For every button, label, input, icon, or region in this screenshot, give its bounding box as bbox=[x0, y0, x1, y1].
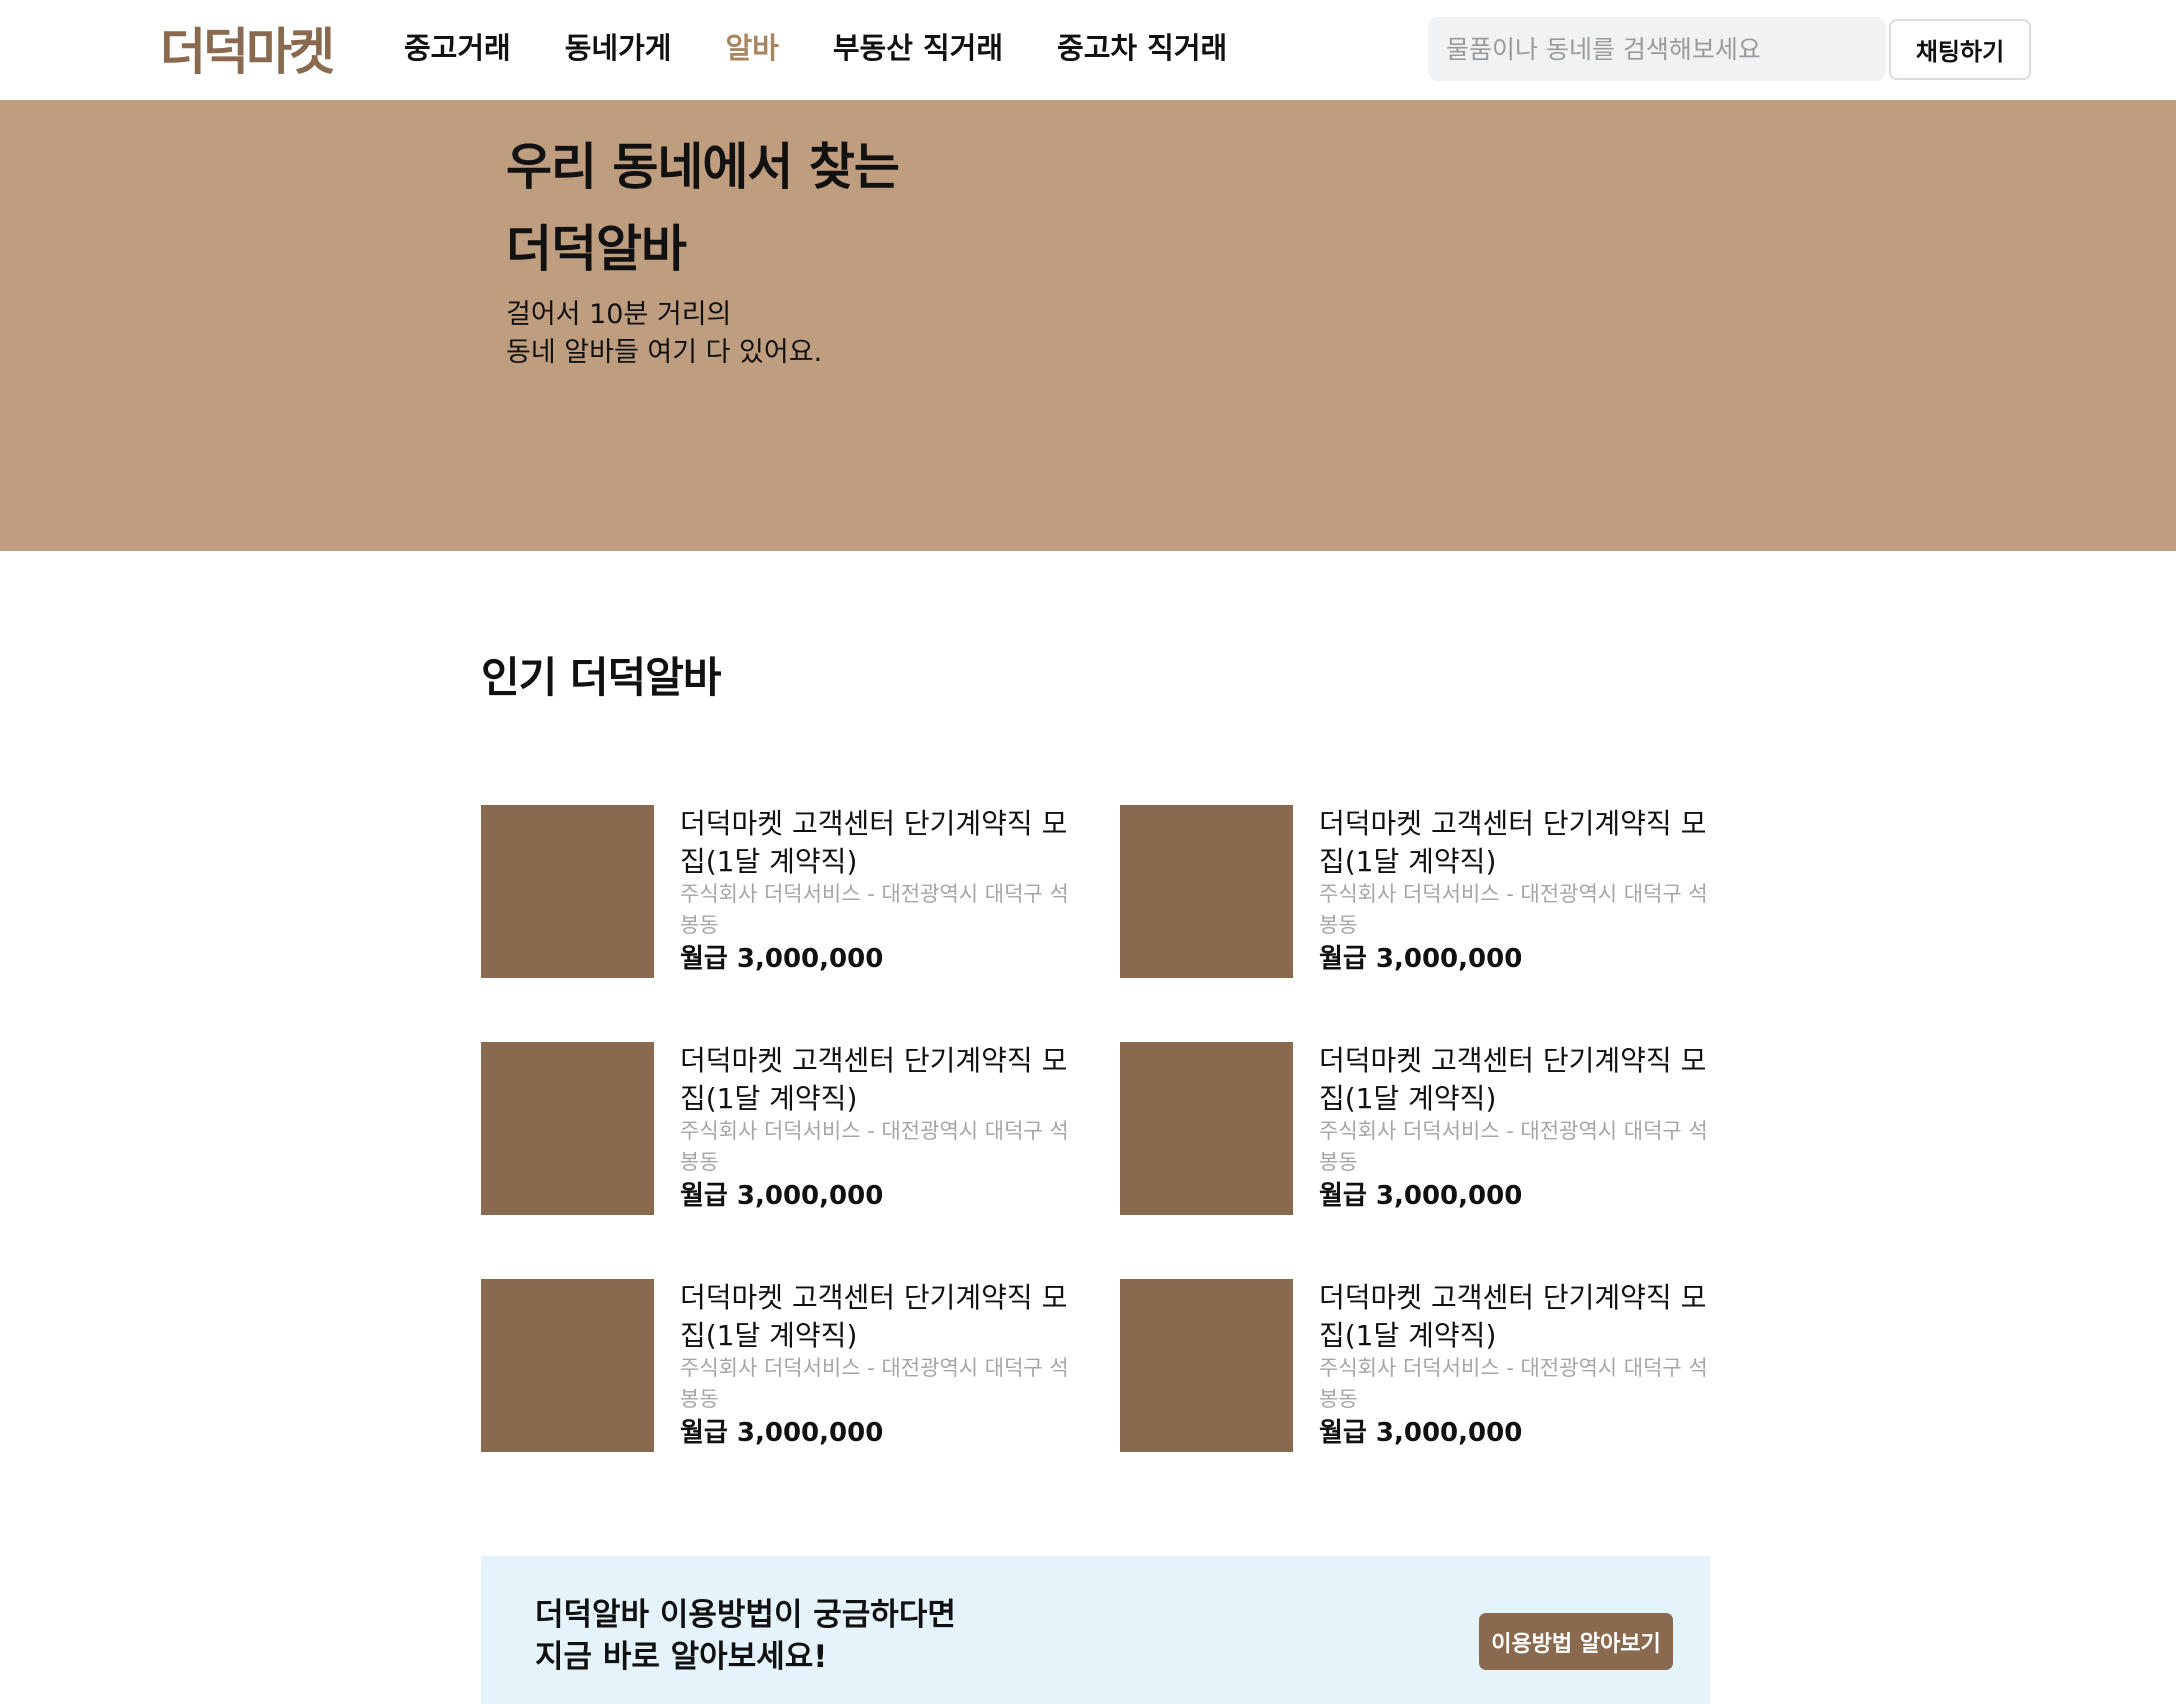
job-card[interactable]: 더덕마켓 고객센터 단기계약직 모집(1달 계약직) 주식회사 더덕서비스 - … bbox=[1120, 1042, 1720, 1217]
job-thumbnail bbox=[1120, 1042, 1293, 1215]
hero-title-line1: 우리 동네에서 찾는 bbox=[506, 138, 900, 196]
hero-desc-line2: 동네 알바들 여기 다 있어요. bbox=[506, 337, 823, 368]
job-pay: 월급 3,000,000 bbox=[1319, 944, 1523, 974]
job-title: 더덕마켓 고객센터 단기계약직 모집(1달 계약직) bbox=[680, 1044, 1068, 1115]
job-pay: 월급 3,000,000 bbox=[680, 944, 884, 974]
job-thumbnail bbox=[481, 1279, 654, 1452]
job-company-location: 주식회사 더덕서비스 - 대전광역시 대덕구 석봉동 bbox=[680, 1119, 1069, 1174]
main-nav: 중고거래 동네가게 알바 부동산 직거래 중고차 직거래 bbox=[404, 26, 1281, 70]
job-pay: 월급 3,000,000 bbox=[680, 1181, 884, 1211]
job-pay: 월급 3,000,000 bbox=[1319, 1418, 1523, 1448]
job-card[interactable]: 더덕마켓 고객센터 단기계약직 모집(1달 계약직) 주식회사 더덕서비스 - … bbox=[1120, 1279, 1720, 1454]
job-thumbnail bbox=[481, 1042, 654, 1215]
nav-item-local-store[interactable]: 동네가게 bbox=[565, 26, 672, 70]
section-title: 인기 더덕알바 bbox=[481, 653, 721, 702]
guide-banner: 더덕알바 이용방법이 궁금하다면 지금 바로 알아보세요! 이용방법 알아보기 bbox=[481, 1556, 1710, 1704]
banner-line1: 더덕알바 이용방법이 궁금하다면 bbox=[535, 1597, 956, 1633]
job-thumbnail bbox=[1120, 805, 1293, 978]
job-card[interactable]: 더덕마켓 고객센터 단기계약직 모집(1달 계약직) 주식회사 더덕서비스 - … bbox=[1120, 805, 1720, 980]
job-company-location: 주식회사 더덕서비스 - 대전광역시 대덕구 석봉동 bbox=[1319, 1119, 1708, 1174]
job-title: 더덕마켓 고객센터 단기계약직 모집(1달 계약직) bbox=[1319, 807, 1707, 878]
chat-button[interactable]: 채팅하기 bbox=[1889, 19, 2031, 80]
job-title: 더덕마켓 고객센터 단기계약직 모집(1달 계약직) bbox=[1319, 1044, 1707, 1115]
job-company-location: 주식회사 더덕서비스 - 대전광역시 대덕구 석봉동 bbox=[680, 882, 1069, 937]
job-pay: 월급 3,000,000 bbox=[1319, 1181, 1523, 1211]
job-title: 더덕마켓 고객센터 단기계약직 모집(1달 계약직) bbox=[1319, 1281, 1707, 1352]
top-header: 더덕마켓 중고거래 동네가게 알바 부동산 직거래 중고차 직거래 채팅하기 bbox=[0, 0, 2176, 100]
job-thumbnail bbox=[1120, 1279, 1293, 1452]
banner-text: 더덕알바 이용방법이 궁금하다면 지금 바로 알아보세요! bbox=[535, 1594, 956, 1678]
hero-description: 걸어서 10분 거리의 동네 알바들 여기 다 있어요. bbox=[506, 296, 822, 372]
job-pay: 월급 3,000,000 bbox=[680, 1418, 884, 1448]
nav-item-real-estate[interactable]: 부동산 직거래 bbox=[833, 26, 1003, 70]
job-thumbnail bbox=[481, 805, 654, 978]
job-card[interactable]: 더덕마켓 고객센터 단기계약직 모집(1달 계약직) 주식회사 더덕서비스 - … bbox=[481, 1042, 1081, 1217]
nav-item-used-trade[interactable]: 중고거래 bbox=[404, 26, 511, 70]
hero-title-line2: 더덕알바 bbox=[506, 220, 687, 278]
hero-title: 우리 동네에서 찾는 더덕알바 bbox=[506, 126, 900, 290]
nav-item-part-time[interactable]: 알바 bbox=[725, 26, 778, 70]
job-title: 더덕마켓 고객센터 단기계약직 모집(1달 계약직) bbox=[680, 1281, 1068, 1352]
job-card[interactable]: 더덕마켓 고객센터 단기계약직 모집(1달 계약직) 주식회사 더덕서비스 - … bbox=[481, 805, 1081, 980]
job-title: 더덕마켓 고객센터 단기계약직 모집(1달 계약직) bbox=[680, 807, 1068, 878]
job-company-location: 주식회사 더덕서비스 - 대전광역시 대덕구 석봉동 bbox=[680, 1356, 1069, 1411]
job-card[interactable]: 더덕마켓 고객센터 단기계약직 모집(1달 계약직) 주식회사 더덕서비스 - … bbox=[481, 1279, 1081, 1454]
job-company-location: 주식회사 더덕서비스 - 대전광역시 대덕구 석봉동 bbox=[1319, 882, 1708, 937]
learn-how-button[interactable]: 이용방법 알아보기 bbox=[1479, 1613, 1673, 1670]
job-company-location: 주식회사 더덕서비스 - 대전광역시 대덕구 석봉동 bbox=[1319, 1356, 1708, 1411]
hero-desc-line1: 걸어서 10분 거리의 bbox=[506, 299, 732, 330]
banner-line2: 지금 바로 알아보세요! bbox=[535, 1639, 828, 1675]
search-input[interactable] bbox=[1428, 17, 1886, 81]
logo[interactable]: 더덕마켓 bbox=[160, 22, 335, 82]
nav-item-used-car[interactable]: 중고차 직거래 bbox=[1057, 26, 1227, 70]
hero-banner: 우리 동네에서 찾는 더덕알바 걸어서 10분 거리의 동네 알바들 여기 다 … bbox=[0, 100, 2176, 551]
